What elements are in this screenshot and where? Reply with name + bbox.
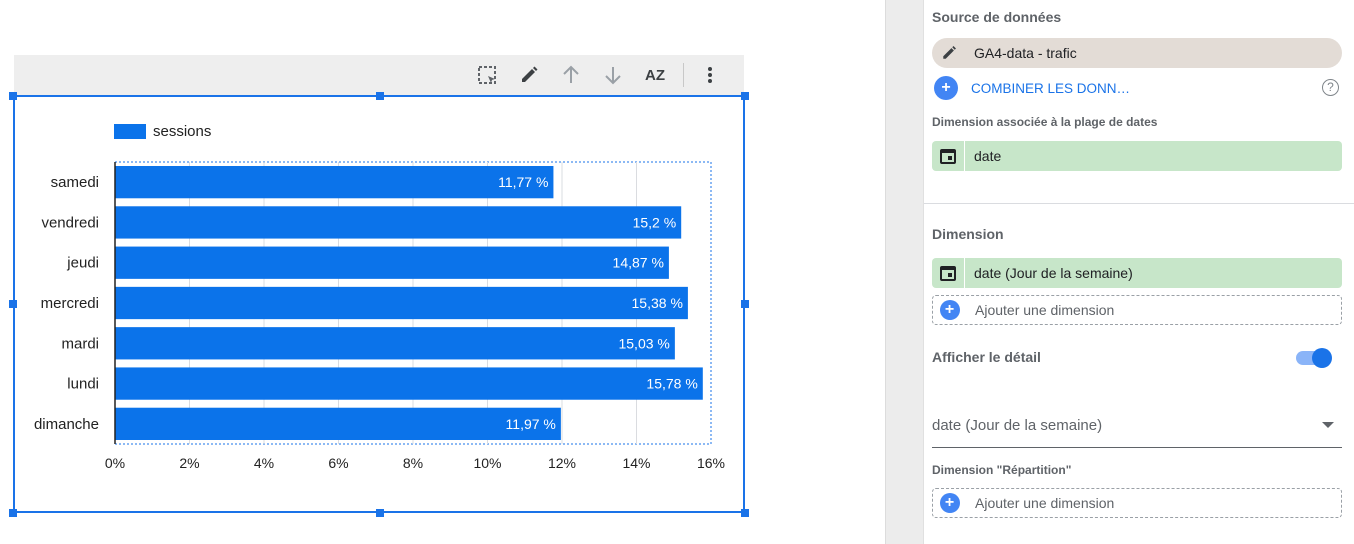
panel-gutter (885, 0, 923, 544)
add-circle-icon: + (933, 296, 966, 324)
dimension-value: date (Jour de la semaine) (974, 265, 1133, 281)
x-tick-label: 12% (548, 455, 576, 471)
breakdown-title: Dimension "Répartition" (932, 463, 1072, 477)
help-icon[interactable]: ? (1322, 79, 1339, 96)
bar (115, 286, 688, 320)
pencil-icon[interactable] (932, 38, 965, 68)
add-circle-icon: + (934, 76, 958, 100)
combine-data-button[interactable]: + COMBINER LES DONN… (934, 76, 1130, 100)
x-tick-label: 6% (328, 455, 348, 471)
x-tick-label: 2% (179, 455, 199, 471)
bar (115, 246, 669, 279)
date-range-dimension-value: date (974, 148, 1002, 164)
data-label: 11,97 % (506, 416, 556, 432)
category-label: vendredi (41, 214, 99, 231)
drilldown-title: Afficher le détail (932, 349, 1041, 365)
bar (115, 327, 675, 360)
section-divider (924, 203, 1354, 204)
dimension-chip[interactable]: date (Jour de la semaine) (932, 258, 1342, 288)
dimension-title: Dimension (932, 226, 1004, 242)
x-tick-label: 14% (622, 455, 650, 471)
x-tick-label: 16% (697, 455, 725, 471)
calendar-icon (932, 141, 965, 171)
category-label: samedi (51, 174, 99, 191)
add-breakdown-dimension-label: Ajouter une dimension (975, 495, 1115, 511)
category-label: mercredi (41, 295, 99, 312)
add-dimension-button[interactable]: + Ajouter une dimension (932, 295, 1342, 325)
source-title: Source de données (932, 9, 1062, 25)
category-label: mardi (61, 335, 99, 352)
data-label: 14,87 % (613, 255, 664, 271)
drilldown-select-value: date (Jour de la semaine) (932, 417, 1103, 434)
date-range-dimension-chip[interactable]: date (932, 141, 1342, 171)
properties-panel: Source de données GA4-data - trafic + CO… (923, 0, 1354, 544)
data-label: 15,2 % (633, 214, 677, 230)
toggle-knob (1312, 348, 1332, 368)
add-breakdown-dimension-button[interactable]: + Ajouter une dimension (932, 488, 1342, 518)
bar-chart: 0% 2% 4% 6% 8% 10% 12% 14% 16% samedi 11,77 % vendr… (34, 161, 725, 471)
calendar-icon (932, 258, 965, 288)
data-label: 11,77 % (498, 174, 548, 190)
data-source-name: GA4-data - trafic (974, 45, 1077, 61)
bar (115, 367, 703, 400)
x-tick-label: 8% (403, 455, 423, 471)
category-label: jeudi (66, 255, 99, 272)
category-label: dimanche (34, 416, 99, 433)
category-label: lundi (67, 376, 99, 393)
add-circle-icon: + (933, 489, 966, 517)
add-dimension-label: Ajouter une dimension (975, 302, 1115, 318)
bar (115, 407, 561, 440)
x-tick-label: 4% (254, 455, 274, 471)
x-tick-label: 10% (473, 455, 501, 471)
data-label: 15,03 % (618, 335, 669, 351)
dropdown-arrow-icon (1322, 422, 1334, 428)
report-canvas: AZ sessions 0% 2% 4% 6% 8% 10% 12% 14% 16% samedi… (0, 0, 885, 544)
x-tick-label: 0% (105, 455, 125, 471)
date-range-dimension-title: Dimension associée à la plage de dates (932, 115, 1158, 129)
data-source-chip[interactable]: GA4-data - trafic (932, 38, 1342, 68)
data-label: 15,78 % (646, 376, 697, 392)
bar (115, 166, 554, 199)
combine-data-label: COMBINER LES DONN… (971, 80, 1131, 96)
drilldown-select[interactable]: date (Jour de la semaine) (932, 404, 1342, 448)
data-label: 15,38 % (632, 295, 683, 311)
bar (115, 206, 682, 239)
drilldown-toggle[interactable] (1296, 348, 1332, 368)
